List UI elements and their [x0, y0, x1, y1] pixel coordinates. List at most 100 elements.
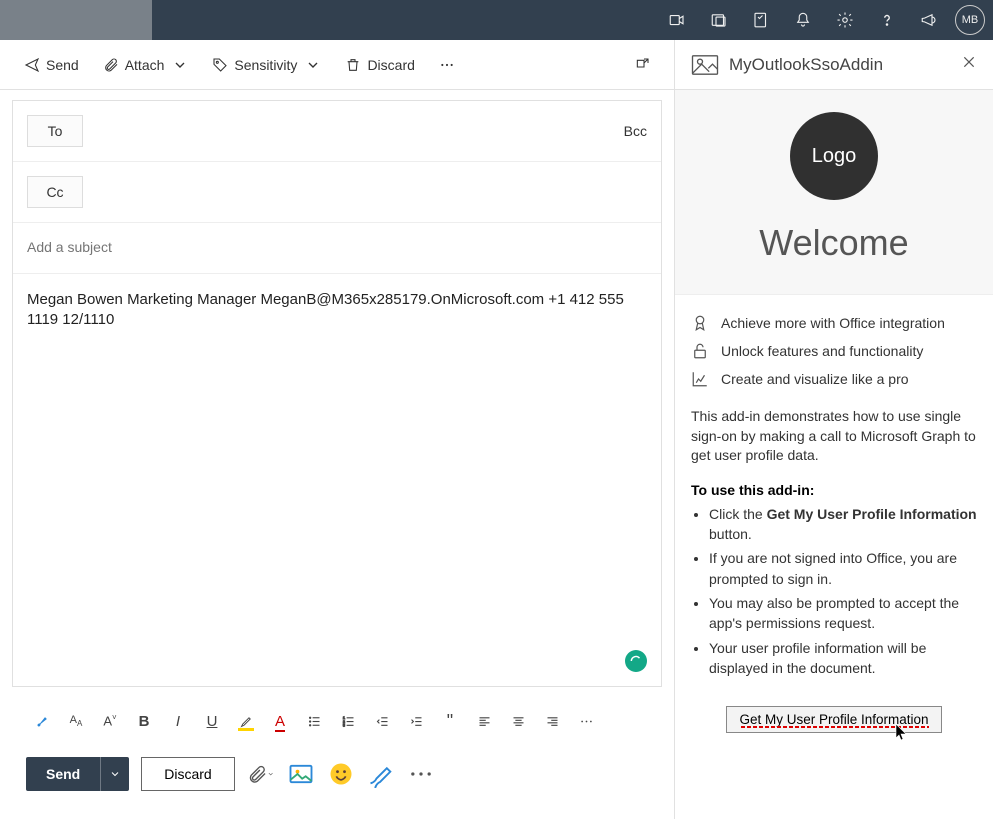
bcc-link[interactable]: Bcc: [624, 123, 647, 139]
title-bar: MB: [0, 0, 993, 40]
calendar-icon[interactable]: [699, 0, 739, 40]
align-right-icon: [545, 714, 560, 729]
highlight-icon: [239, 714, 254, 729]
get-profile-button[interactable]: Get My User Profile Information: [726, 706, 941, 733]
align-left-icon: [477, 714, 492, 729]
instruction-list: Click the Get My User Profile Informatio…: [675, 502, 993, 692]
format-painter-button[interactable]: [26, 705, 58, 737]
to-row: To Bcc: [13, 101, 661, 162]
font-color-button[interactable]: A: [264, 705, 296, 737]
align-right-button[interactable]: [536, 705, 568, 737]
welcome-heading: Welcome: [685, 222, 983, 264]
sync-status-icon: [625, 650, 647, 672]
megaphone-icon[interactable]: [909, 0, 949, 40]
picture-icon: [691, 55, 719, 75]
ellipsis-icon: [579, 714, 594, 729]
discard-button-bottom[interactable]: Discard: [141, 757, 234, 791]
send-split-button[interactable]: Send: [26, 757, 129, 791]
unlock-icon: [691, 342, 709, 360]
number-list-button[interactable]: 123: [332, 705, 364, 737]
instructions-heading: To use this add-in:: [675, 474, 993, 502]
trash-icon: [345, 57, 361, 73]
bold-button[interactable]: B: [128, 705, 160, 737]
insert-emoji-button[interactable]: [327, 760, 355, 788]
align-center-icon: [511, 714, 526, 729]
align-center-button[interactable]: [502, 705, 534, 737]
action-overflow-button[interactable]: [407, 760, 435, 788]
to-input[interactable]: [93, 123, 614, 139]
font-decrease-button[interactable]: A˅: [94, 705, 126, 737]
quote-button[interactable]: ": [434, 705, 466, 737]
bullet-list-icon: [307, 714, 322, 729]
close-button[interactable]: [961, 54, 977, 75]
notifications-icon[interactable]: [783, 0, 823, 40]
feature-3: Create and visualize like a pro: [721, 371, 909, 387]
feature-1: Achieve more with Office integration: [721, 315, 945, 331]
meet-now-icon[interactable]: [657, 0, 697, 40]
tasks-icon[interactable]: [741, 0, 781, 40]
indent-button[interactable]: [400, 705, 432, 737]
align-left-button[interactable]: [468, 705, 500, 737]
cc-input[interactable]: [93, 184, 637, 200]
discard-button[interactable]: Discard: [335, 51, 424, 79]
outdent-button[interactable]: [366, 705, 398, 737]
ellipsis-icon: [439, 57, 455, 73]
addin-title: MyOutlookSsoAddin: [729, 55, 951, 75]
svg-text:3: 3: [342, 723, 344, 727]
message-body[interactable]: Megan Bowen Marketing Manager MeganB@M36…: [27, 290, 647, 331]
action-bar: Send Discard: [12, 747, 662, 809]
instruction-item: You may also be prompted to accept the a…: [709, 593, 977, 634]
format-toolbar: AA A˅ B I U A 123 ": [12, 695, 662, 747]
image-icon: [287, 760, 315, 788]
font-increase-button[interactable]: AA: [60, 705, 92, 737]
outdent-icon: [375, 714, 390, 729]
send-button[interactable]: Send: [14, 51, 89, 79]
settings-icon[interactable]: [825, 0, 865, 40]
italic-button[interactable]: I: [162, 705, 194, 737]
close-icon: [961, 54, 977, 70]
title-bar-left-placeholder: [0, 0, 152, 40]
user-avatar[interactable]: MB: [955, 5, 985, 35]
number-list-icon: 123: [341, 714, 356, 729]
highlight-button[interactable]: [230, 705, 262, 737]
help-icon[interactable]: [867, 0, 907, 40]
instruction-item: Click the Get My User Profile Informatio…: [709, 504, 977, 545]
ribbon-icon: [691, 314, 709, 332]
design-icon: [691, 370, 709, 388]
attach-button[interactable]: Attach: [93, 51, 199, 79]
send-icon: [24, 57, 40, 73]
send-options-dropdown[interactable]: [100, 757, 129, 791]
addin-logo: Logo: [790, 112, 878, 200]
chevron-down-icon: [172, 57, 188, 73]
subject-input[interactable]: [27, 239, 647, 255]
ellipsis-icon: [407, 760, 435, 788]
chevron-down-icon: [267, 769, 274, 779]
popout-button[interactable]: [624, 51, 660, 79]
send-primary[interactable]: Send: [26, 757, 100, 791]
discard-label: Discard: [367, 57, 414, 73]
popout-icon: [634, 57, 650, 73]
tag-icon: [212, 57, 228, 73]
insert-picture-button[interactable]: [287, 760, 315, 788]
addin-description: This add-in demonstrates how to use sing…: [675, 399, 993, 474]
feature-2: Unlock features and functionality: [721, 343, 923, 359]
attach-label: Attach: [125, 57, 165, 73]
send-label: Send: [46, 57, 79, 73]
overflow-button[interactable]: [429, 51, 465, 79]
paperclip-icon: [247, 764, 268, 785]
sensitivity-button[interactable]: Sensitivity: [202, 51, 331, 79]
sensitivity-label: Sensitivity: [234, 57, 297, 73]
pen-icon: [367, 760, 395, 788]
chevron-down-icon: [305, 57, 321, 73]
indent-icon: [409, 714, 424, 729]
bullet-list-button[interactable]: [298, 705, 330, 737]
cc-button[interactable]: Cc: [27, 176, 83, 208]
instruction-item: If you are not signed into Office, you a…: [709, 548, 977, 589]
paperclip-icon: [103, 57, 119, 73]
underline-button[interactable]: U: [196, 705, 228, 737]
format-overflow-button[interactable]: [570, 705, 602, 737]
insert-signature-button[interactable]: [367, 760, 395, 788]
to-button[interactable]: To: [27, 115, 83, 147]
attach-dropdown[interactable]: [247, 760, 275, 788]
cursor-icon: [895, 723, 909, 741]
